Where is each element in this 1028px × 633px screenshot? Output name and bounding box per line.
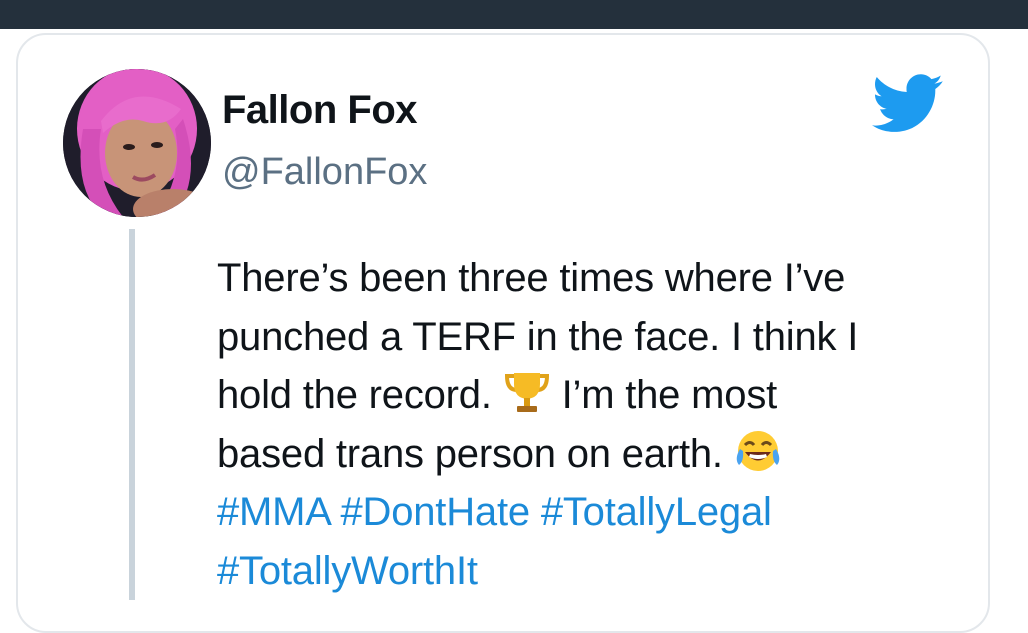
author-name[interactable]: Fallon Fox xyxy=(222,88,418,133)
tweet-text-line: punched a TERF in the face. I think I xyxy=(217,314,859,359)
top-bar xyxy=(0,0,1028,29)
avatar[interactable] xyxy=(63,69,211,217)
tears-of-joy-icon xyxy=(734,427,782,475)
twitter-bird-icon[interactable] xyxy=(872,74,944,134)
thread-line xyxy=(129,229,135,600)
tweet-text-line: There’s been three times where I’ve xyxy=(217,256,846,300)
tweet-text-line: hold the record. I’m the most xyxy=(217,366,917,425)
tweet-text-line: based trans person on earth. xyxy=(217,425,917,484)
tweet-text-segment: hold the record. xyxy=(217,373,492,417)
trophy-icon xyxy=(503,368,551,416)
tweet-text: There’s been three times where I’ve punc… xyxy=(217,249,917,600)
tweet-text-segment: based trans person on earth. xyxy=(217,431,723,476)
hashtag-link[interactable]: #MMA #DontHate #TotallyLegal xyxy=(217,483,917,542)
author-handle[interactable]: @FallonFox xyxy=(222,151,427,194)
tweet-text-segment: I’m the most xyxy=(561,373,778,417)
hashtag-link[interactable]: #TotallyWorthIt xyxy=(217,542,917,601)
